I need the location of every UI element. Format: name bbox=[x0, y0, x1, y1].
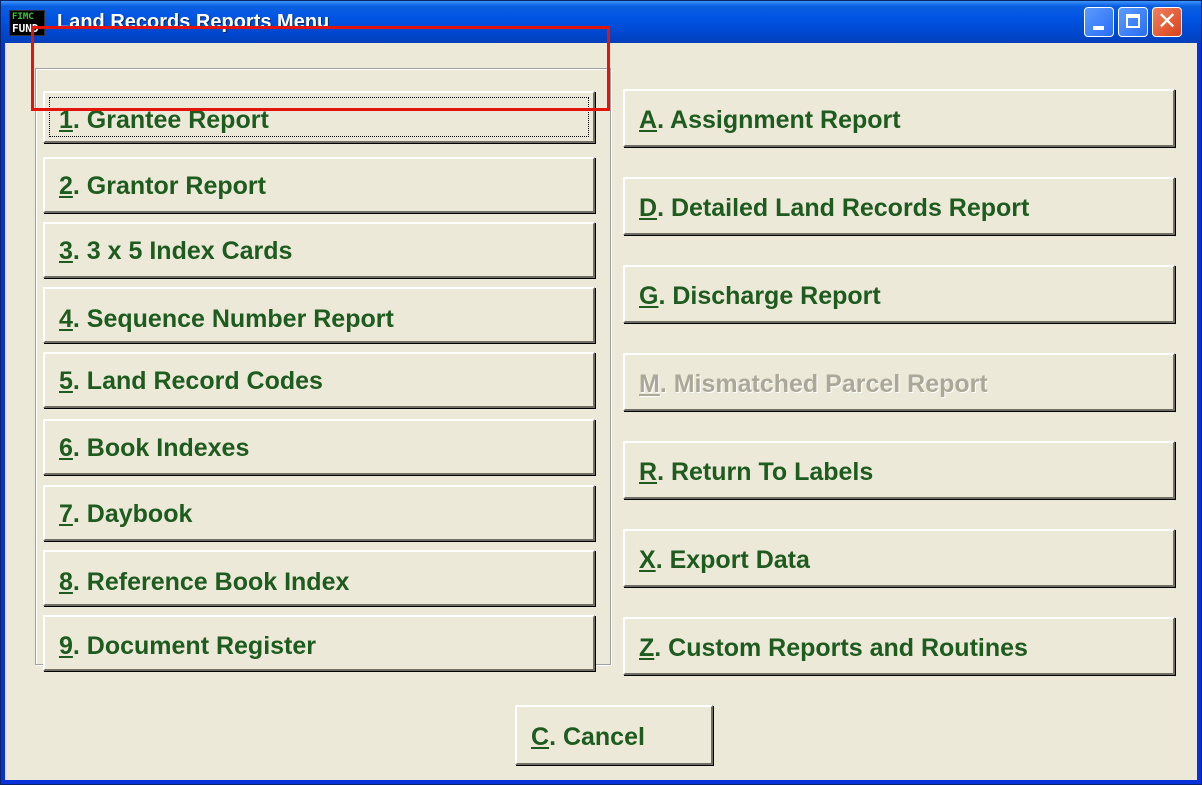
menu-button-8[interactable]: 8. Reference Book Index bbox=[43, 550, 595, 606]
menu-button-d[interactable]: D. Detailed Land Records Report bbox=[623, 177, 1175, 235]
maximize-button[interactable] bbox=[1118, 7, 1148, 37]
maximize-icon bbox=[1126, 14, 1140, 28]
minimize-button[interactable] bbox=[1084, 7, 1114, 37]
menu-button-3[interactable]: 3. 3 x 5 Index Cards bbox=[43, 222, 595, 278]
menu-button-5[interactable]: 5. Land Record Codes bbox=[43, 352, 595, 408]
menu-button-z[interactable]: Z. Custom Reports and Routines bbox=[623, 617, 1175, 675]
cancel-button[interactable]: C. Cancel bbox=[515, 705, 713, 765]
menu-button-x[interactable]: X. Export Data bbox=[623, 529, 1175, 587]
menu-button-2[interactable]: 2. Grantor Report bbox=[43, 157, 595, 213]
menu-button-r[interactable]: R. Return To Labels bbox=[623, 441, 1175, 499]
menu-button-g[interactable]: G. Discharge Report bbox=[623, 265, 1175, 323]
close-button[interactable]: ✕ bbox=[1152, 7, 1182, 37]
menu-button-m: M. Mismatched Parcel Report bbox=[623, 353, 1175, 411]
minimize-icon bbox=[1093, 26, 1104, 30]
menu-button-6[interactable]: 6. Book Indexes bbox=[43, 419, 595, 475]
menu-button-7[interactable]: 7. Daybook bbox=[43, 485, 595, 541]
close-icon: ✕ bbox=[1156, 7, 1178, 35]
highlight-box bbox=[31, 26, 610, 111]
client-area: 1. Grantee Report 2. Grantor Report 3. 3… bbox=[5, 43, 1197, 780]
menu-button-a[interactable]: A. Assignment Report bbox=[623, 89, 1175, 147]
menu-button-4[interactable]: 4. Sequence Number Report bbox=[43, 287, 595, 343]
menu-button-9[interactable]: 9. Document Register bbox=[43, 615, 595, 671]
report-menu-window: FIMC FUND Land Records Reports Menu ✕ 1.… bbox=[0, 0, 1202, 785]
